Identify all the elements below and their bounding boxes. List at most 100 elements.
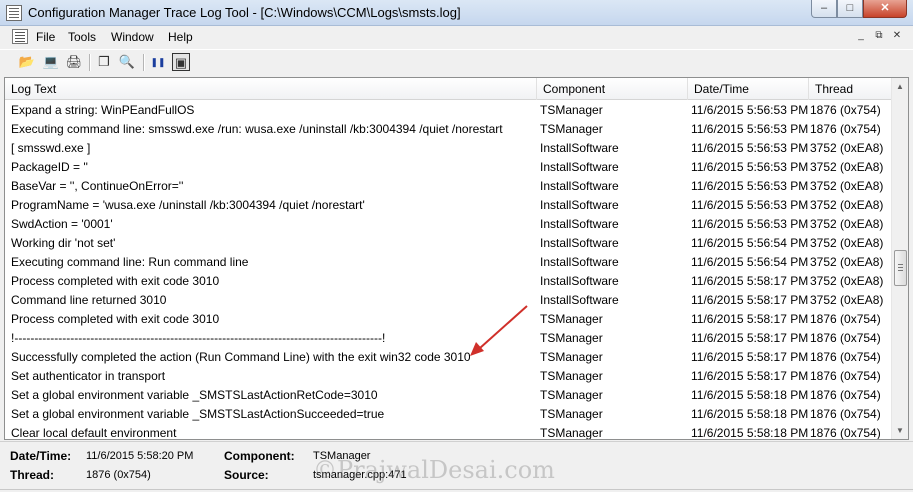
thread-cell: 3752 (0xEA8) — [810, 255, 884, 269]
log-row[interactable]: Expand a string: WinPEandFullOS TSManager… — [5, 101, 892, 120]
log-text-cell: Set authenticator in transport — [11, 369, 166, 383]
log-row[interactable]: ProgramName = 'wusa.exe /uninstall /kb:3… — [5, 196, 892, 215]
title-bar[interactable]: Configuration Manager Trace Log Tool - [… — [0, 0, 913, 26]
log-row[interactable]: Executing command line: smsswd.exe /run:… — [5, 120, 892, 139]
scrollbar-thumb[interactable] — [894, 250, 907, 286]
log-row[interactable]: Process completed with exit code 3010 Ins… — [5, 272, 892, 291]
log-row[interactable]: Set authenticator in transport TSManager 1… — [5, 367, 892, 386]
log-text-cell: Executing command line: smsswd.exe /run:… — [11, 122, 503, 136]
component-cell: InstallSoftware — [540, 255, 619, 269]
log-row[interactable]: SwdAction = '0001' InstallSoftware 11/6/20… — [5, 215, 892, 234]
datetime-cell: 11/6/2015 5:58:17 PM — [691, 312, 808, 326]
log-text-cell: !---------------------------------------… — [11, 331, 386, 345]
document-close-button[interactable]: ✕ — [889, 29, 905, 44]
thread-cell: 1876 (0x754) — [810, 331, 881, 345]
menu-window[interactable]: Window — [111, 30, 154, 44]
datetime-cell: 11/6/2015 5:56:54 PM — [691, 236, 808, 250]
log-rows: Expand a string: WinPEandFullOS TSManager… — [5, 101, 892, 440]
document-menu-icon[interactable] — [12, 29, 28, 44]
document-minimize-button[interactable]: _ — [853, 29, 869, 44]
log-text-cell: [ smsswd.exe ] — [11, 141, 91, 155]
thread-value: 1876 (0x754) — [86, 469, 151, 481]
open-folder-icon[interactable]: 📂 — [18, 53, 36, 71]
column-header-thread[interactable]: Thread — [809, 78, 892, 100]
scroll-up-icon[interactable]: ▲ — [892, 78, 908, 95]
menu-tools[interactable]: Tools — [68, 30, 96, 44]
thread-cell: 3752 (0xEA8) — [810, 160, 884, 174]
thread-cell: 1876 (0x754) — [810, 103, 881, 117]
log-text-cell: PackageID = '' — [11, 160, 88, 174]
log-text-cell: Command line returned 3010 — [11, 293, 167, 307]
log-row[interactable]: Working dir 'not set' InstallSoftware 11/6… — [5, 234, 892, 253]
datetime-cell: 11/6/2015 5:56:53 PM — [691, 160, 808, 174]
datetime-cell: 11/6/2015 5:56:53 PM — [691, 122, 808, 136]
log-row[interactable]: Set a global environment variable _SMSTS… — [5, 386, 892, 405]
log-text-cell: Set a global environment variable _SMSTS… — [11, 407, 385, 421]
column-header-component[interactable]: Component — [537, 78, 688, 100]
log-row[interactable]: [ smsswd.exe ] InstallSoftware 11/6/2015 5… — [5, 139, 892, 158]
datetime-value: 11/6/2015 5:58:20 PM — [86, 450, 194, 462]
component-cell: InstallSoftware — [540, 160, 619, 174]
column-header-datetime[interactable]: Date/Time — [688, 78, 809, 100]
details-pane: Date/Time: 11/6/2015 5:58:20 PM Componen… — [0, 441, 913, 492]
component-cell: InstallSoftware — [540, 236, 619, 250]
datetime-cell: 11/6/2015 5:58:18 PM — [691, 388, 808, 402]
column-header-log-text[interactable]: Log Text — [5, 78, 537, 100]
log-text-cell: Successfully completed the action (Run C… — [11, 350, 471, 364]
datetime-cell: 11/6/2015 5:58:17 PM — [691, 331, 808, 345]
find-icon[interactable]: 🔍 — [118, 53, 136, 71]
log-text-cell: Working dir 'not set' — [11, 236, 116, 250]
component-cell: InstallSoftware — [540, 293, 619, 307]
log-row[interactable]: Clear local default environment TSManager… — [5, 424, 892, 440]
thread-cell: 3752 (0xEA8) — [810, 274, 884, 288]
log-text-cell: Clear local default environment — [11, 426, 177, 440]
component-label: Component: — [224, 449, 295, 463]
source-label: Source: — [224, 468, 269, 482]
log-row[interactable]: Set a global environment variable _SMSTS… — [5, 405, 892, 424]
log-row[interactable]: Process completed with exit code 3010 TSM… — [5, 310, 892, 329]
log-text-cell: Expand a string: WinPEandFullOS — [11, 103, 195, 117]
document-restore-button[interactable]: ⧉ — [871, 29, 887, 44]
vertical-scrollbar[interactable]: ▲ ▼ — [891, 78, 908, 439]
component-cell: TSManager — [540, 312, 603, 326]
minimize-button[interactable]: – — [811, 0, 837, 18]
component-cell: TSManager — [540, 103, 603, 117]
log-row[interactable]: !---------------------------------------… — [5, 329, 892, 348]
menu-file[interactable]: File — [36, 30, 55, 44]
datetime-cell: 11/6/2015 5:56:54 PM — [691, 255, 808, 269]
datetime-cell: 11/6/2015 5:56:53 PM — [691, 217, 808, 231]
datetime-cell: 11/6/2015 5:56:53 PM — [691, 198, 808, 212]
thread-label: Thread: — [10, 468, 55, 482]
datetime-cell: 11/6/2015 5:56:53 PM — [691, 141, 808, 155]
datetime-cell: 11/6/2015 5:58:17 PM — [691, 350, 808, 364]
log-row[interactable]: PackageID = '' InstallSoftware 11/6/2015 5… — [5, 158, 892, 177]
thread-cell: 3752 (0xEA8) — [810, 293, 884, 307]
toolbar-separator — [89, 54, 90, 71]
scroll-down-icon[interactable]: ▼ — [892, 422, 908, 439]
component-cell: TSManager — [540, 369, 603, 383]
log-text-cell: Executing command line: Run command line — [11, 255, 249, 269]
window-controls: – □ ✕ — [811, 0, 907, 19]
pause-icon[interactable]: ❚❚ — [149, 53, 167, 71]
grid-header: Log Text Component Date/Time Thread — [5, 78, 892, 100]
datetime-cell: 11/6/2015 5:58:17 PM — [691, 369, 808, 383]
copy-icon[interactable]: ❐ — [95, 53, 113, 71]
menu-help[interactable]: Help — [168, 30, 193, 44]
app-icon — [6, 5, 22, 21]
log-grid[interactable]: Log Text Component Date/Time Thread Expa… — [4, 77, 909, 440]
component-cell: InstallSoftware — [540, 141, 619, 155]
highlight-icon[interactable]: ▣ — [172, 53, 190, 71]
component-cell: TSManager — [540, 122, 603, 136]
log-row[interactable]: Successfully completed the action (Run C… — [5, 348, 892, 367]
thread-cell: 3752 (0xEA8) — [810, 179, 884, 193]
log-row[interactable]: Command line returned 3010 InstallSoftwar… — [5, 291, 892, 310]
log-row[interactable]: BaseVar = '', ContinueOnError='' InstallS… — [5, 177, 892, 196]
print-icon[interactable]: 🖨 — [65, 53, 83, 71]
component-cell: TSManager — [540, 388, 603, 402]
datetime-cell: 11/6/2015 5:56:53 PM — [691, 179, 808, 193]
close-button[interactable]: ✕ — [863, 0, 907, 18]
message-divider — [0, 489, 913, 490]
restore-button[interactable]: □ — [837, 0, 863, 18]
log-row[interactable]: Executing command line: Run command line… — [5, 253, 892, 272]
open-computer-icon[interactable]: 💻 — [42, 53, 60, 71]
